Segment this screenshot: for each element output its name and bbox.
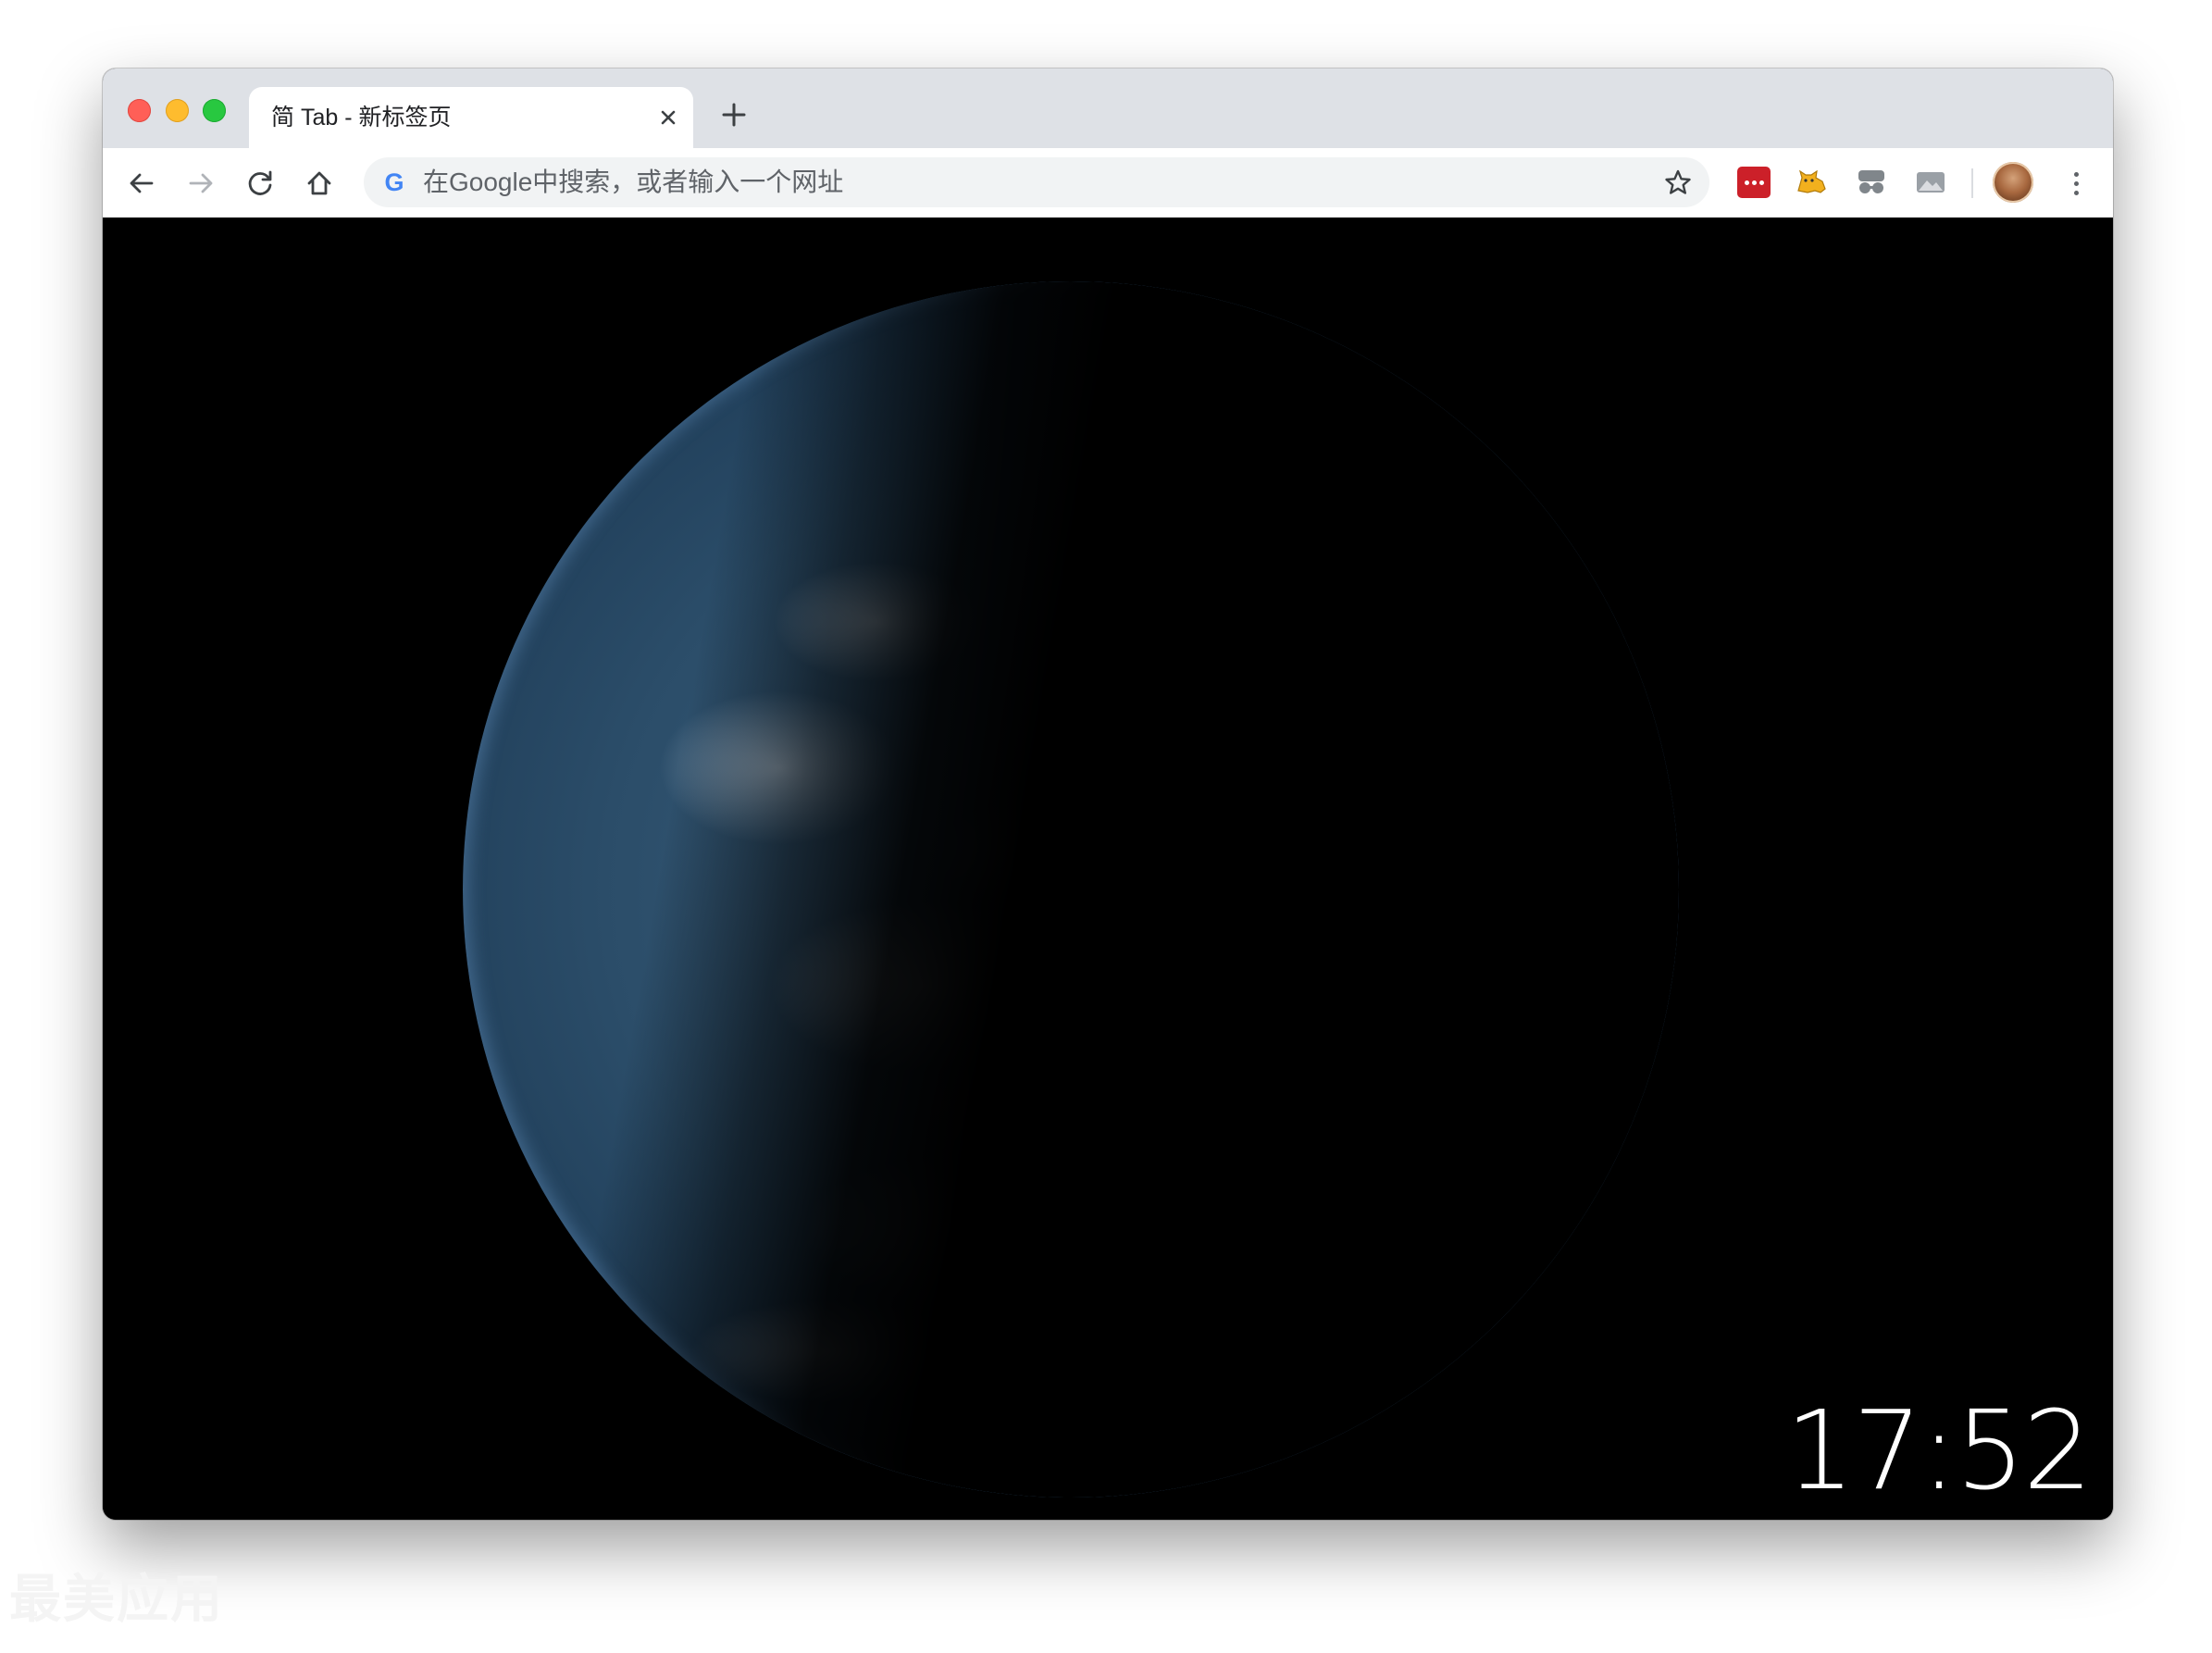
- more-vertical-icon[interactable]: [2067, 167, 2085, 200]
- arrow-right-icon[interactable]: [182, 165, 219, 202]
- plus-icon[interactable]: [717, 98, 751, 131]
- reload-icon[interactable]: [242, 165, 279, 202]
- toolbar: G 在Google中搜索，或者输入一个网址: [103, 148, 2113, 218]
- address-placeholder: 在Google中搜索，或者输入一个网址: [423, 168, 844, 196]
- earth-background-image: [463, 281, 1679, 1498]
- browser-window: 简 Tab - 新标签页 G 在Google中搜索，或者输入一个网址 17:52: [103, 68, 2113, 1520]
- tab-title: 简 Tab - 新标签页: [271, 105, 452, 130]
- google-g-icon: G: [384, 168, 404, 196]
- star-icon[interactable]: [1663, 168, 1693, 197]
- home-icon[interactable]: [301, 165, 338, 202]
- clock-time: 17:52: [1784, 1386, 2093, 1514]
- cat-icon[interactable]: [1795, 167, 1828, 198]
- close-icon[interactable]: [656, 106, 680, 130]
- incognito-icon[interactable]: [1855, 167, 1888, 198]
- tab-strip: 简 Tab - 新标签页: [103, 68, 2113, 148]
- lastpass-icon[interactable]: [1737, 167, 1771, 198]
- window-zoom-button[interactable]: [203, 99, 226, 122]
- toolbar-separator: [1971, 168, 1973, 198]
- tab-new-tab[interactable]: 简 Tab - 新标签页: [249, 87, 693, 148]
- image-icon[interactable]: [1914, 167, 1947, 198]
- window-close-button[interactable]: [128, 99, 151, 122]
- watermark: 最美应用: [9, 1570, 224, 1628]
- night-shadow: [463, 281, 1679, 1498]
- arrow-left-icon[interactable]: [123, 165, 160, 202]
- avatar[interactable]: [1993, 162, 2033, 203]
- window-minimize-button[interactable]: [166, 99, 189, 122]
- new-tab-page: 17:52: [103, 218, 2113, 1520]
- address-bar[interactable]: G 在Google中搜索，或者输入一个网址: [364, 157, 1709, 207]
